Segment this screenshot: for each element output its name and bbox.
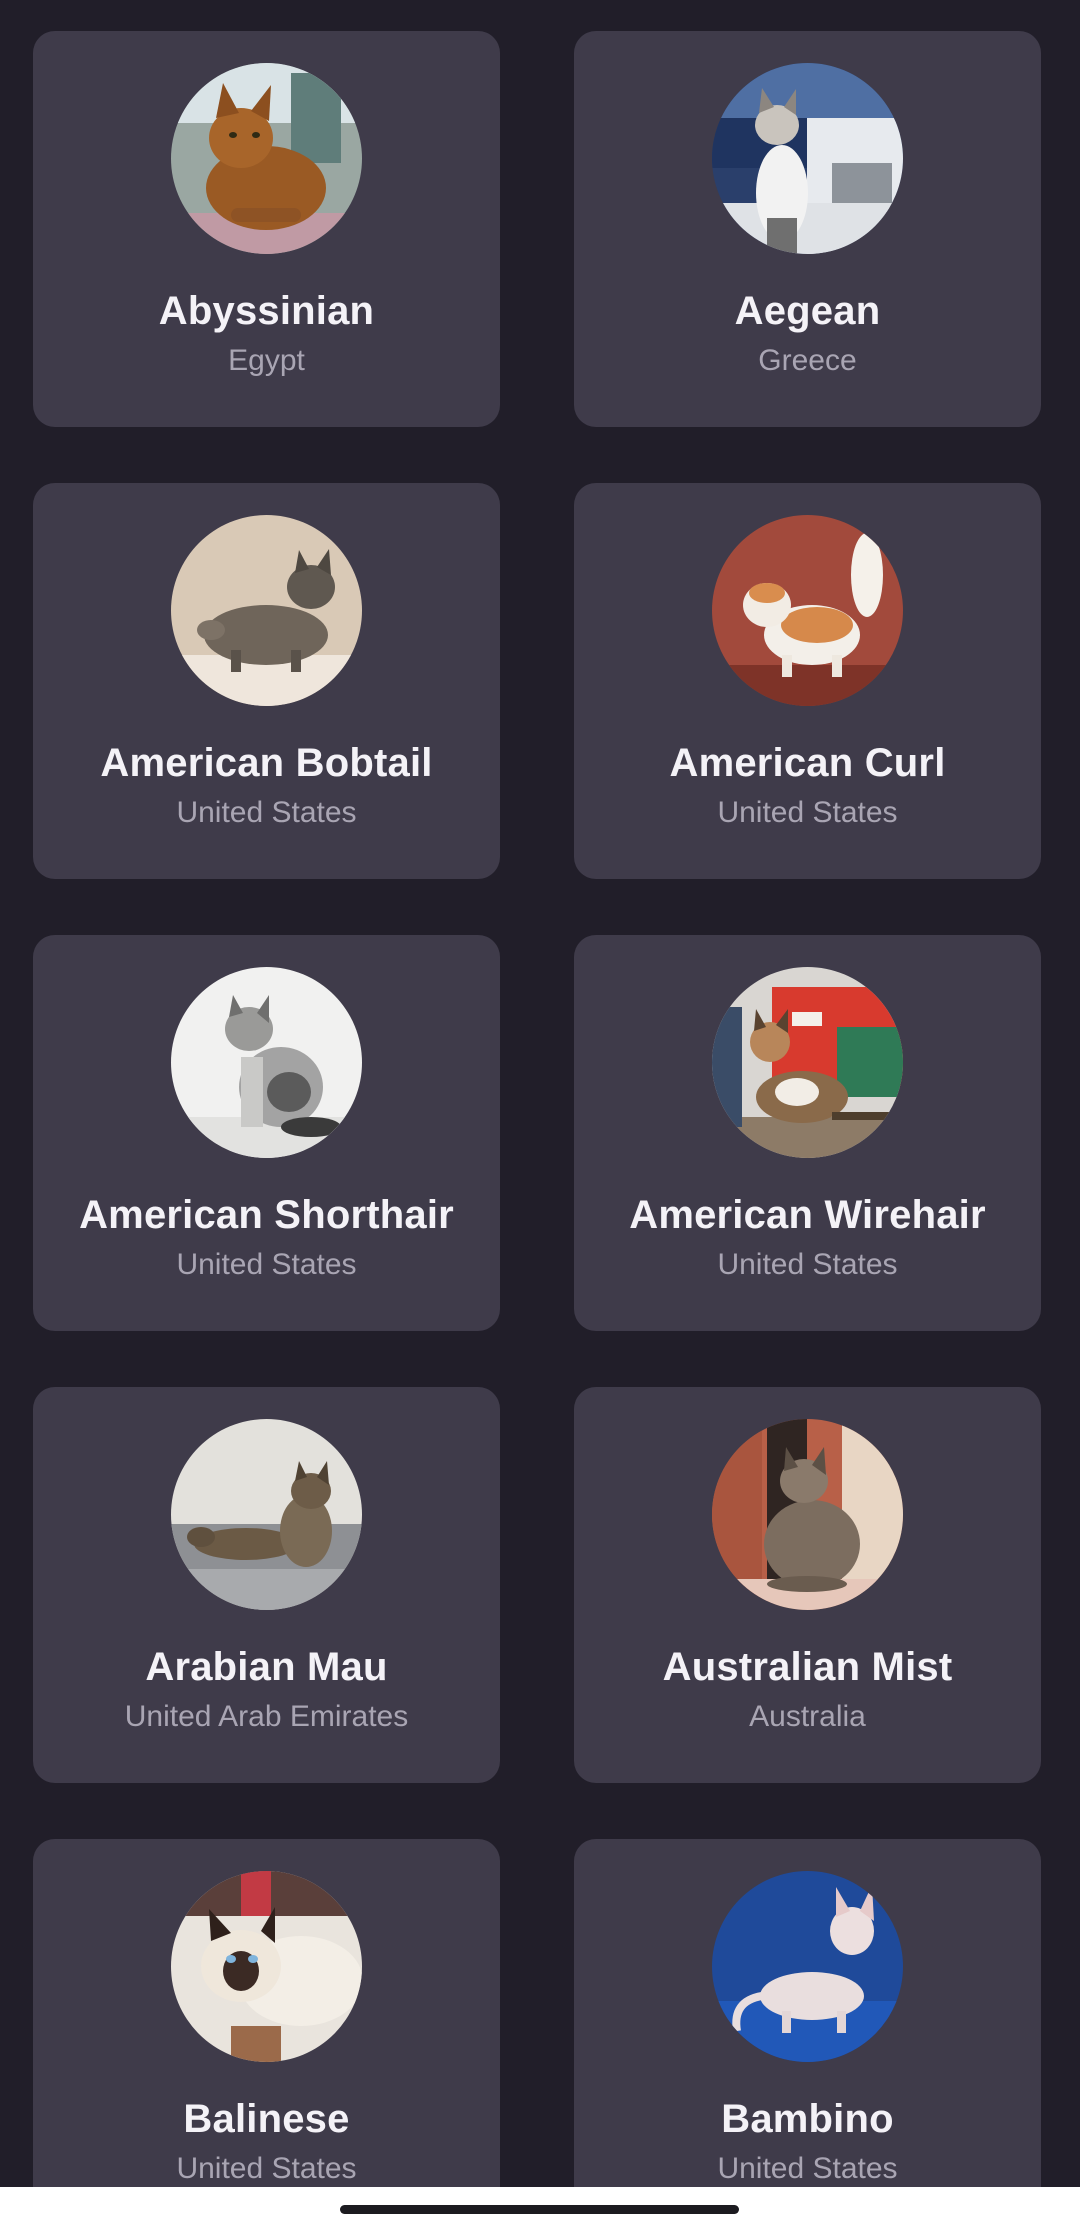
cat-photo-american-curl-icon	[712, 515, 903, 706]
breed-origin: United States	[717, 796, 898, 829]
cat-photo-abyssinian-icon	[171, 63, 362, 254]
breed-origin: United Arab Emirates	[124, 1700, 409, 1733]
breed-name: Abyssinian	[158, 289, 375, 333]
breed-card-bambino[interactable]: Bambino United States	[574, 1839, 1041, 2230]
cat-photo-arabian-mau-icon	[171, 1419, 362, 1610]
breed-card-balinese[interactable]: Balinese United States	[33, 1839, 500, 2230]
breed-name: American Bobtail	[100, 741, 433, 785]
breed-photo	[171, 63, 362, 254]
breed-photo	[171, 515, 362, 706]
cat-photo-american-wirehair-icon	[712, 967, 903, 1158]
cat-photo-balinese-icon	[171, 1871, 362, 2062]
breed-card-american-bobtail[interactable]: American Bobtail United States	[33, 483, 500, 879]
gesture-navigation-bar	[0, 2187, 1080, 2230]
cat-photo-aegean-icon	[712, 63, 903, 254]
breed-origin: United States	[176, 1248, 357, 1281]
breed-grid: Abyssinian Egypt Aegean Greece American …	[33, 31, 1041, 2230]
cat-photo-bambino-icon	[712, 1871, 903, 2062]
breed-origin: United States	[176, 2152, 357, 2185]
breed-origin: United States	[717, 2152, 898, 2185]
breed-photo	[712, 1419, 903, 1610]
breed-photo	[171, 1419, 362, 1610]
breed-card-australian-mist[interactable]: Australian Mist Australia	[574, 1387, 1041, 1783]
breed-photo	[712, 1871, 903, 2062]
cat-photo-australian-mist-icon	[712, 1419, 903, 1610]
home-indicator[interactable]	[340, 2205, 739, 2214]
breed-name: Arabian Mau	[145, 1645, 388, 1689]
breed-photo	[712, 967, 903, 1158]
breed-origin: Egypt	[228, 344, 305, 377]
breed-card-american-shorthair[interactable]: American Shorthair United States	[33, 935, 500, 1331]
breed-card-arabian-mau[interactable]: Arabian Mau United Arab Emirates	[33, 1387, 500, 1783]
breed-name: American Curl	[669, 741, 946, 785]
breed-name: Bambino	[721, 2097, 894, 2141]
cat-photo-american-shorthair-icon	[171, 967, 362, 1158]
breed-name: American Wirehair	[629, 1193, 986, 1237]
breed-name: Australian Mist	[662, 1645, 953, 1689]
breed-origin: United States	[717, 1248, 898, 1281]
cat-photo-american-bobtail-icon	[171, 515, 362, 706]
breed-photo	[171, 1871, 362, 2062]
breed-photo	[712, 63, 903, 254]
breed-origin: United States	[176, 796, 357, 829]
breed-list-screen: Abyssinian Egypt Aegean Greece American …	[0, 0, 1080, 2230]
breed-card-american-wirehair[interactable]: American Wirehair United States	[574, 935, 1041, 1331]
breed-name: American Shorthair	[79, 1193, 454, 1237]
breed-photo	[712, 515, 903, 706]
breed-card-aegean[interactable]: Aegean Greece	[574, 31, 1041, 427]
breed-origin: Australia	[749, 1700, 866, 1733]
breed-card-abyssinian[interactable]: Abyssinian Egypt	[33, 31, 500, 427]
breed-photo	[171, 967, 362, 1158]
breed-origin: Greece	[758, 344, 857, 377]
breed-name: Balinese	[183, 2097, 350, 2141]
breed-card-american-curl[interactable]: American Curl United States	[574, 483, 1041, 879]
breed-name: Aegean	[734, 289, 881, 333]
